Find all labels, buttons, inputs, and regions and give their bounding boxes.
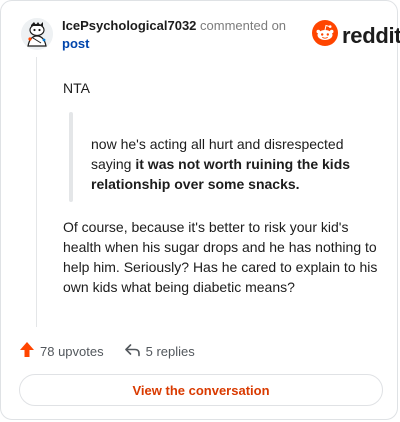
reddit-wordmark: reddit [342, 22, 400, 48]
view-conversation-button[interactable]: View the conversation [19, 374, 383, 406]
reply-icon[interactable] [124, 343, 141, 360]
replies-count: 5 replies [145, 343, 195, 359]
upvotes-stat[interactable]: 78 upvotes [19, 341, 104, 361]
upvote-arrow-icon[interactable] [19, 341, 35, 361]
reddit-brand[interactable]: reddit [312, 20, 400, 51]
comment-quote: now he's acting all hurt and disrespecte… [91, 134, 376, 194]
replies-stat[interactable]: 5 replies [124, 343, 195, 360]
post-link[interactable]: post [62, 36, 89, 51]
reddit-logo-icon [312, 20, 338, 51]
comment-embed-card: IcePsychological7032 commented on post r… [0, 0, 400, 420]
snoo-avatar-icon[interactable] [21, 18, 53, 50]
upvotes-count: 78 upvotes [40, 343, 104, 359]
comment-author[interactable]: IcePsychological7032 [62, 18, 196, 33]
thread-line [36, 57, 37, 327]
comment-stats: 78 upvotes 5 replies [19, 341, 195, 361]
comment-paragraph: Of course, because it's better to risk y… [63, 219, 378, 295]
comment-intro: NTA [63, 80, 90, 96]
commented-on-text: commented on [200, 18, 287, 33]
quote-bar [69, 112, 73, 202]
comment-header: IcePsychological7032 commented on [62, 18, 286, 34]
